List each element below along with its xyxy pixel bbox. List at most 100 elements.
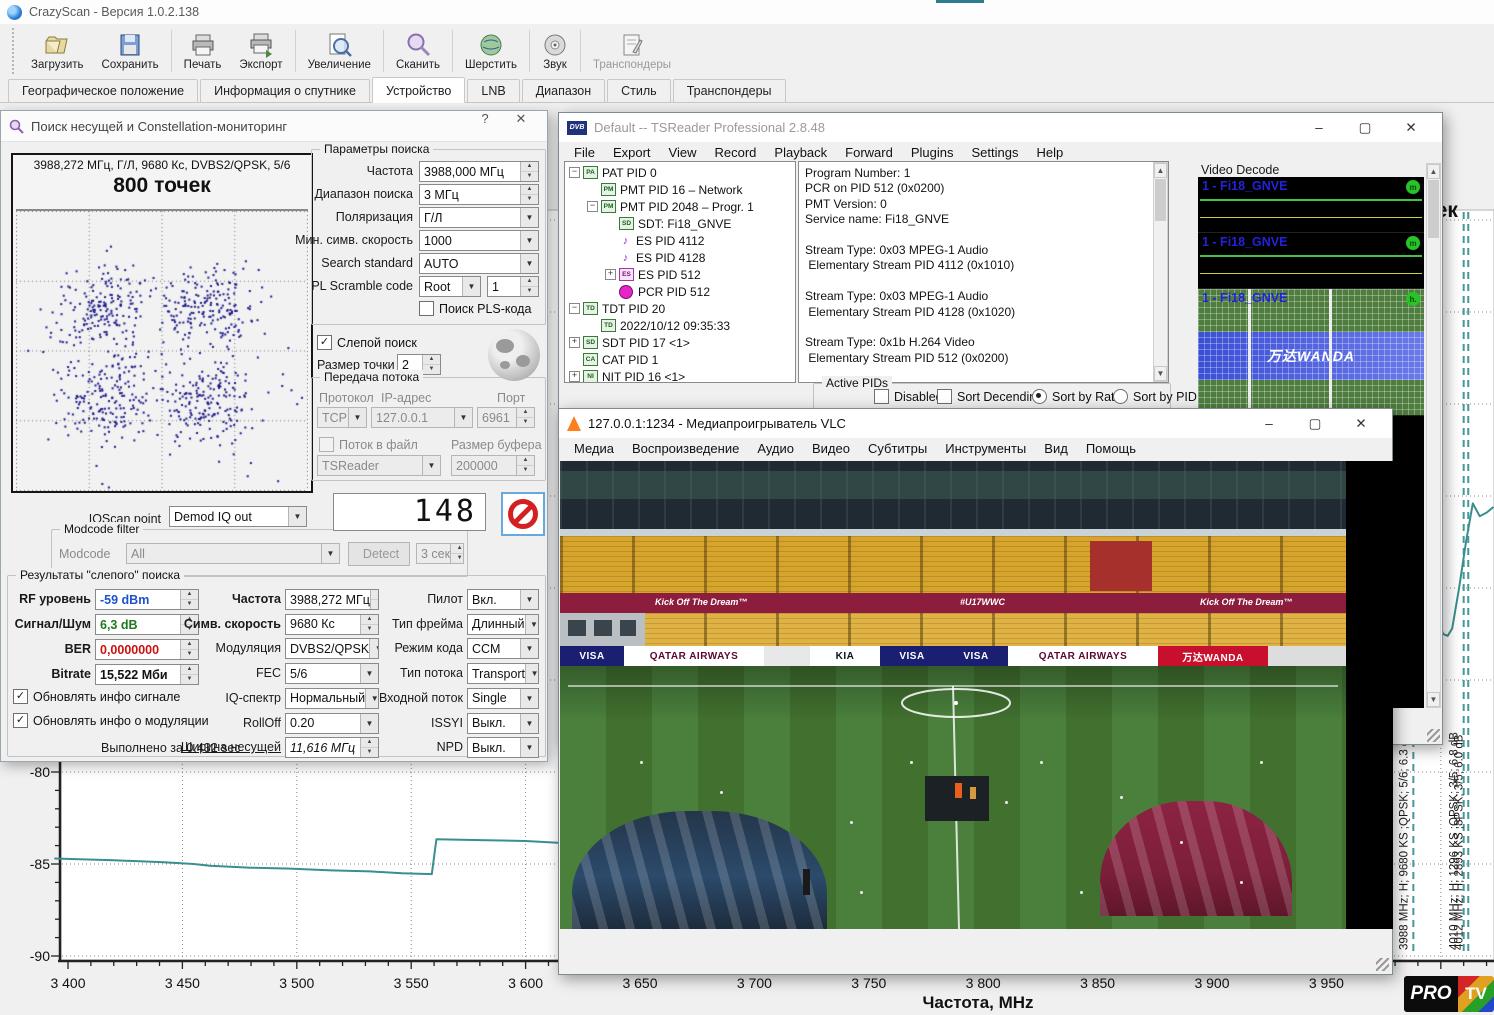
activepids-radio-1[interactable]: Sort by PID: [1113, 389, 1197, 404]
video-decode-scrollbar[interactable]: ▲ ▼: [1426, 163, 1441, 708]
activepids-radio-0[interactable]: Sort by Rate: [1032, 389, 1121, 404]
frame-type-dropdown[interactable]: Длинный▼: [467, 614, 539, 635]
info-scrollbar[interactable]: ▲ ▼: [1153, 162, 1168, 382]
video-decode-thumb-3[interactable]: 万达WANDA1 - Fi18_GNVEh.: [1198, 289, 1424, 416]
checkbox-box[interactable]: [937, 389, 952, 404]
polarization-dropdown[interactable]: Г/Л▼: [419, 207, 539, 228]
code-mode-dropdown[interactable]: CCM▼: [467, 638, 539, 659]
chevron-down-icon[interactable]: ▼: [525, 664, 539, 683]
chevron-down-icon[interactable]: ▼: [348, 408, 366, 427]
tree-item[interactable]: +ESES PID 512: [565, 266, 795, 283]
carrier-width-input[interactable]: 11,616 МГц▲▼: [285, 737, 379, 758]
stream-type-dropdown[interactable]: Transport▼: [467, 663, 539, 684]
tree-item[interactable]: PCR PID 512: [565, 283, 795, 300]
chevron-down-icon[interactable]: ▼: [365, 689, 379, 708]
chevron-down-icon[interactable]: ▼: [520, 590, 538, 609]
rf-level-input[interactable]: -59 dBm▲▼: [95, 589, 199, 610]
chevron-down-icon[interactable]: ▼: [525, 615, 539, 634]
expand-icon[interactable]: +: [569, 337, 580, 348]
input-stream-dropdown[interactable]: Single▼: [467, 688, 539, 709]
tsreader-titlebar[interactable]: DVB Default -- TSReader Professional 2.8…: [559, 113, 1442, 142]
dialog-help-button[interactable]: ?: [467, 111, 503, 141]
expand-icon[interactable]: +: [605, 269, 616, 280]
blind-search-checkbox[interactable]: ✓Слепой поиск: [317, 335, 417, 350]
activepids-check-0[interactable]: Disabled: [874, 389, 943, 404]
checkbox-box[interactable]: ✓: [317, 335, 332, 350]
chevron-down-icon[interactable]: ▼: [360, 664, 378, 683]
chevron-down-icon[interactable]: ▼: [520, 208, 538, 227]
checkbox-box[interactable]: [319, 437, 334, 452]
vlc-menu-4[interactable]: Субтитры: [859, 440, 936, 457]
tsreader-maximize-button[interactable]: ▢: [1342, 113, 1388, 142]
chevron-down-icon[interactable]: ▼: [369, 639, 379, 658]
collapse-icon[interactable]: −: [587, 201, 598, 212]
chevron-down-icon[interactable]: ▼: [321, 544, 339, 563]
chevron-down-icon[interactable]: ▼: [360, 714, 378, 733]
tsr-menu-forward[interactable]: Forward: [836, 144, 902, 161]
checkbox-box[interactable]: [874, 389, 889, 404]
tree-item[interactable]: PMPMT PID 16 – Network: [565, 181, 795, 198]
iq-spectrum-dropdown[interactable]: Нормальный▼: [285, 688, 379, 709]
spinner-buttons[interactable]: ▲▼: [370, 590, 379, 609]
vlc-titlebar[interactable]: 127.0.0.1:1234 - Медиапроигрыватель VLC …: [559, 409, 1392, 438]
pls-code-checkbox[interactable]: Поиск PLS-кода: [419, 301, 531, 316]
fec-dropdown[interactable]: 5/6▼: [285, 663, 379, 684]
video-decode-thumb-2[interactable]: 1 - Fi18_GNVEm: [1198, 233, 1424, 289]
vlc-menu-6[interactable]: Вид: [1035, 440, 1077, 457]
scroll-down-icon[interactable]: ▼: [1427, 692, 1440, 707]
chevron-down-icon[interactable]: ▼: [422, 456, 440, 475]
symrate-input[interactable]: 9680 Кс▲▼: [285, 614, 379, 635]
vlc-menu-5[interactable]: Инструменты: [936, 440, 1035, 457]
update-modulation-info-checkbox[interactable]: ✓Обновлять инфо о модуляции: [13, 713, 209, 728]
vlc-close-button[interactable]: ✕: [1338, 409, 1384, 438]
checkbox-box[interactable]: ✓: [13, 689, 28, 704]
vlc-minimize-button[interactable]: –: [1246, 409, 1292, 438]
chevron-down-icon[interactable]: ▼: [520, 639, 538, 658]
tsr-menu-record[interactable]: Record: [705, 144, 765, 161]
dialog-close-button[interactable]: ✕: [503, 111, 539, 141]
radio-circle[interactable]: [1032, 389, 1047, 404]
chevron-down-icon[interactable]: ▼: [454, 408, 472, 427]
tsr-menu-settings[interactable]: Settings: [962, 144, 1027, 161]
tsr-menu-view[interactable]: View: [660, 144, 706, 161]
issyi-dropdown[interactable]: Выкл.▼: [467, 713, 539, 734]
ber-input[interactable]: 0,0000000▲▼: [95, 639, 199, 660]
spinner-buttons[interactable]: ▲▼: [516, 408, 534, 427]
spinner-buttons[interactable]: ▲▼: [516, 456, 534, 475]
npd-dropdown[interactable]: Выкл.▼: [467, 737, 539, 758]
dialog-titlebar[interactable]: Поиск несущей и Constellation-мониторинг…: [1, 111, 547, 142]
tree-item[interactable]: CACAT PID 1: [565, 351, 795, 368]
expand-icon[interactable]: +: [569, 371, 580, 382]
chevron-down-icon[interactable]: ▼: [462, 277, 480, 296]
stop-scan-button[interactable]: [501, 492, 545, 536]
checkbox-box[interactable]: ✓: [13, 713, 28, 728]
tsreader-close-button[interactable]: ✕: [1388, 113, 1434, 142]
vlc-menu-7[interactable]: Помощь: [1077, 440, 1145, 457]
iqscan-point-dropdown[interactable]: Demod IQ out▼: [169, 506, 307, 527]
chevron-down-icon[interactable]: ▼: [520, 254, 538, 273]
tsreader-pid-tree[interactable]: −PAPAT PID 0PMPMT PID 16 – Network−PMPMT…: [564, 161, 796, 383]
chevron-down-icon[interactable]: ▼: [520, 738, 538, 757]
min-symbol-rate-dropdown[interactable]: 1000▼: [419, 230, 539, 251]
tsr-menu-playback[interactable]: Playback: [765, 144, 836, 161]
radio-circle[interactable]: [1113, 389, 1128, 404]
scroll-down-icon[interactable]: ▼: [1154, 366, 1167, 381]
vlc-menu-3[interactable]: Видео: [803, 440, 859, 457]
video-decode-thumb-1[interactable]: 1 - Fi18_GNVEm: [1198, 177, 1424, 233]
scroll-up-icon[interactable]: ▲: [1154, 163, 1167, 178]
chevron-down-icon[interactable]: ▼: [520, 231, 538, 250]
vlc-menu-1[interactable]: Воспроизведение: [623, 440, 748, 457]
spinner-buttons[interactable]: ▲▼: [520, 277, 538, 296]
tsr-menu-file[interactable]: File: [565, 144, 604, 161]
spinner-buttons[interactable]: ▲▼: [360, 615, 378, 634]
scroll-up-icon[interactable]: ▲: [1427, 164, 1440, 179]
tree-item[interactable]: −PAPAT PID 0: [565, 164, 795, 181]
tree-item[interactable]: ♪ES PID 4112: [565, 232, 795, 249]
frequency-input[interactable]: 3988,000 МГц▲▼: [419, 161, 539, 182]
vlc-resize-grip[interactable]: [1376, 958, 1389, 971]
spinner-buttons[interactable]: ▲▼: [520, 162, 538, 181]
chevron-down-icon[interactable]: ▼: [520, 689, 538, 708]
vlc-maximize-button[interactable]: ▢: [1292, 409, 1338, 438]
tree-item[interactable]: SDSDT: Fi18_GNVE: [565, 215, 795, 232]
search-range-input[interactable]: 3 МГц▲▼: [419, 184, 539, 205]
